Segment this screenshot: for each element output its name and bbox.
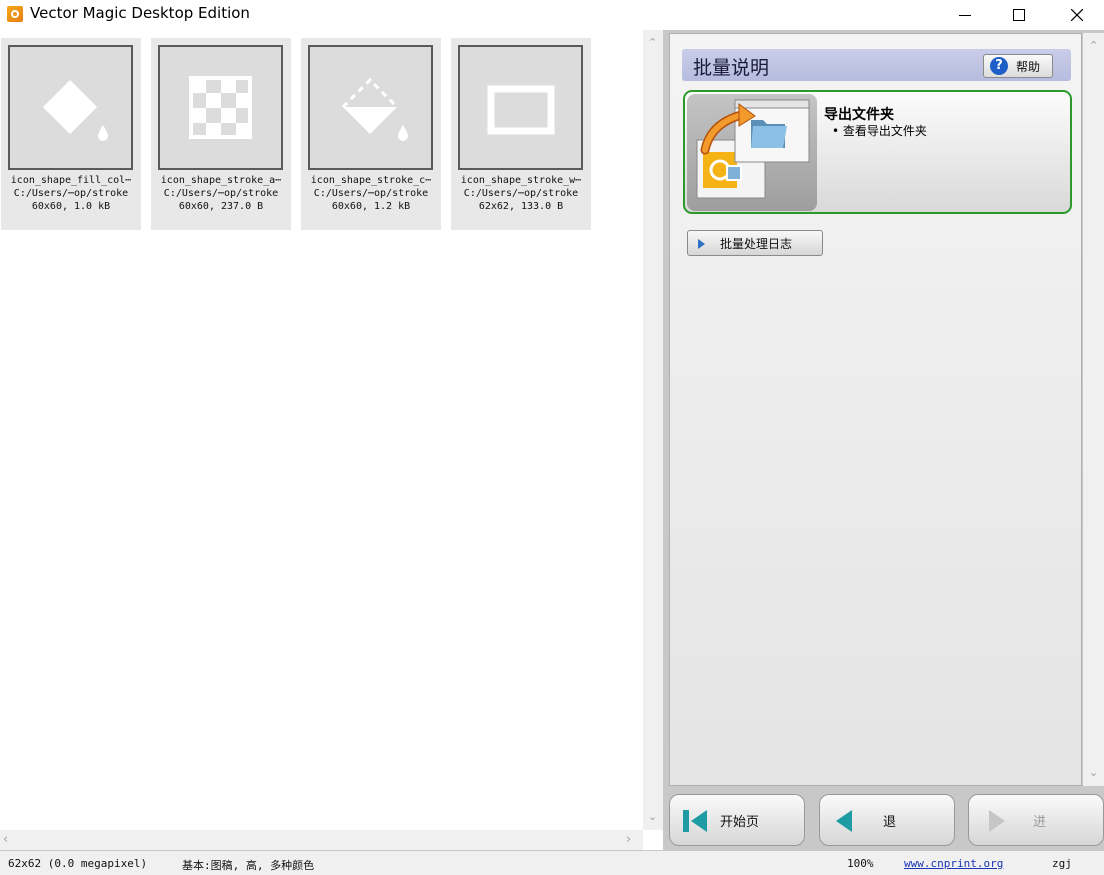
scroll-left-icon[interactable]: ‹ bbox=[3, 832, 8, 847]
thumbnail-frame bbox=[158, 45, 283, 170]
home-button[interactable]: 开始页 bbox=[669, 794, 805, 846]
thumbnail-info: 60x60, 1.2 kB bbox=[331, 201, 411, 212]
back-arrow-icon bbox=[836, 810, 852, 832]
thumbnail-frame bbox=[458, 45, 583, 170]
image-info-text: 62x62 (0.0 megapixel) bbox=[8, 857, 148, 870]
thumbnail-item[interactable]: icon_shape_stroke_a⋯ C:/Users/⋯op/stroke… bbox=[151, 38, 291, 230]
thumbnail-name: icon_shape_stroke_c⋯ bbox=[310, 175, 432, 186]
scroll-up-icon[interactable]: ⌃ bbox=[648, 36, 657, 49]
export-folder-icon bbox=[687, 94, 817, 211]
scroll-down-icon[interactable]: ⌄ bbox=[1089, 766, 1098, 779]
batch-log-label: 批量处理日志 bbox=[720, 237, 793, 251]
batch-panel: 批量说明 ? 帮助 导出文件夹 • 查看导出文件夹 批量处理日志 ⌃ ⌄ 开始页… bbox=[663, 30, 1104, 850]
batch-panel-scrollbar[interactable]: ⌃ ⌄ bbox=[1083, 33, 1104, 786]
rectangle-outline-icon bbox=[487, 85, 555, 135]
batch-title: 批量说明 bbox=[693, 57, 770, 79]
batch-log-button[interactable]: 批量处理日志 bbox=[687, 230, 823, 256]
dashed-bucket-icon bbox=[341, 77, 408, 141]
zoom-text: 100% bbox=[847, 857, 874, 870]
scroll-right-icon[interactable]: › bbox=[626, 832, 631, 847]
scroll-up-icon[interactable]: ⌃ bbox=[1089, 39, 1098, 52]
status-bar: 62x62 (0.0 megapixel) 基本:图稿, 高, 多种颜色 100… bbox=[0, 850, 1104, 875]
thumbnail-info: 60x60, 1.0 kB bbox=[31, 201, 111, 212]
batch-panel-content: 批量说明 ? 帮助 导出文件夹 • 查看导出文件夹 批量处理日志 bbox=[669, 33, 1082, 786]
minimize-icon bbox=[959, 15, 971, 16]
thumbnail-name: icon_shape_stroke_a⋯ bbox=[160, 175, 282, 186]
close-button[interactable] bbox=[1054, 0, 1100, 30]
vector-magic-app-icon bbox=[7, 6, 23, 22]
home-label: 开始页 bbox=[720, 815, 760, 830]
thumbnail-name: icon_shape_stroke_w⋯ bbox=[460, 175, 582, 186]
help-label: 帮助 bbox=[1016, 60, 1041, 74]
title-bar: Vector Magic Desktop Edition bbox=[0, 0, 1104, 30]
website-link[interactable]: www.cnprint.org bbox=[904, 857, 1003, 870]
forward-button[interactable]: 进 bbox=[968, 794, 1104, 846]
export-folder-card[interactable]: 导出文件夹 • 查看导出文件夹 bbox=[683, 90, 1072, 214]
thumbnail-item[interactable]: icon_shape_stroke_c⋯ C:/Users/⋯op/stroke… bbox=[301, 38, 441, 230]
checkerboard-icon bbox=[189, 76, 252, 139]
thumbnail-frame bbox=[8, 45, 133, 170]
back-button[interactable]: 退 bbox=[819, 794, 955, 846]
maximize-icon bbox=[1013, 9, 1025, 21]
scroll-down-icon[interactable]: ⌄ bbox=[648, 810, 657, 823]
fill-bucket-icon bbox=[43, 80, 108, 141]
mode-text: 基本:图稿, 高, 多种颜色 bbox=[182, 859, 315, 872]
thumbnail-info: 62x62, 133.0 B bbox=[478, 201, 564, 212]
window-title: Vector Magic Desktop Edition bbox=[30, 4, 250, 22]
forward-arrow-icon bbox=[989, 810, 1005, 832]
export-folder-view-link[interactable]: • 查看导出文件夹 bbox=[832, 122, 927, 139]
forward-label: 进 bbox=[1033, 815, 1047, 830]
export-folder-title: 导出文件夹 bbox=[824, 107, 894, 123]
thumbnail-path: C:/Users/⋯op/stroke bbox=[13, 188, 129, 199]
thumbnail-path: C:/Users/⋯op/stroke bbox=[163, 188, 279, 199]
thumbnail-path: C:/Users/⋯op/stroke bbox=[463, 188, 579, 199]
maximize-button[interactable] bbox=[996, 0, 1042, 30]
home-skip-back-icon bbox=[683, 810, 707, 832]
thumbnail-frame bbox=[308, 45, 433, 170]
help-icon: ? bbox=[990, 57, 1008, 75]
close-icon bbox=[1071, 9, 1083, 21]
thumbnail-path: C:/Users/⋯op/stroke bbox=[313, 188, 429, 199]
thumbnail-area[interactable]: icon_shape_fill_col⋯ C:/Users/⋯op/stroke… bbox=[0, 30, 643, 830]
expand-arrow-icon bbox=[698, 239, 705, 249]
thumbnail-name: icon_shape_fill_col⋯ bbox=[10, 175, 132, 186]
thumbnail-horizontal-scrollbar[interactable]: ‹ › bbox=[0, 830, 643, 850]
thumbnail-vertical-scrollbar[interactable]: ⌃ ⌄ bbox=[643, 30, 663, 830]
thumbnail-item[interactable]: icon_shape_stroke_w⋯ C:/Users/⋯op/stroke… bbox=[451, 38, 591, 230]
help-button[interactable]: ? 帮助 bbox=[983, 54, 1053, 78]
minimize-button[interactable] bbox=[942, 0, 988, 30]
batch-header: 批量说明 ? 帮助 bbox=[682, 49, 1071, 81]
thumbnail-info: 60x60, 237.0 B bbox=[178, 201, 264, 212]
thumbnail-item[interactable]: icon_shape_fill_col⋯ C:/Users/⋯op/stroke… bbox=[1, 38, 141, 230]
user-text: zgj bbox=[1052, 857, 1072, 870]
back-label: 退 bbox=[883, 815, 897, 830]
